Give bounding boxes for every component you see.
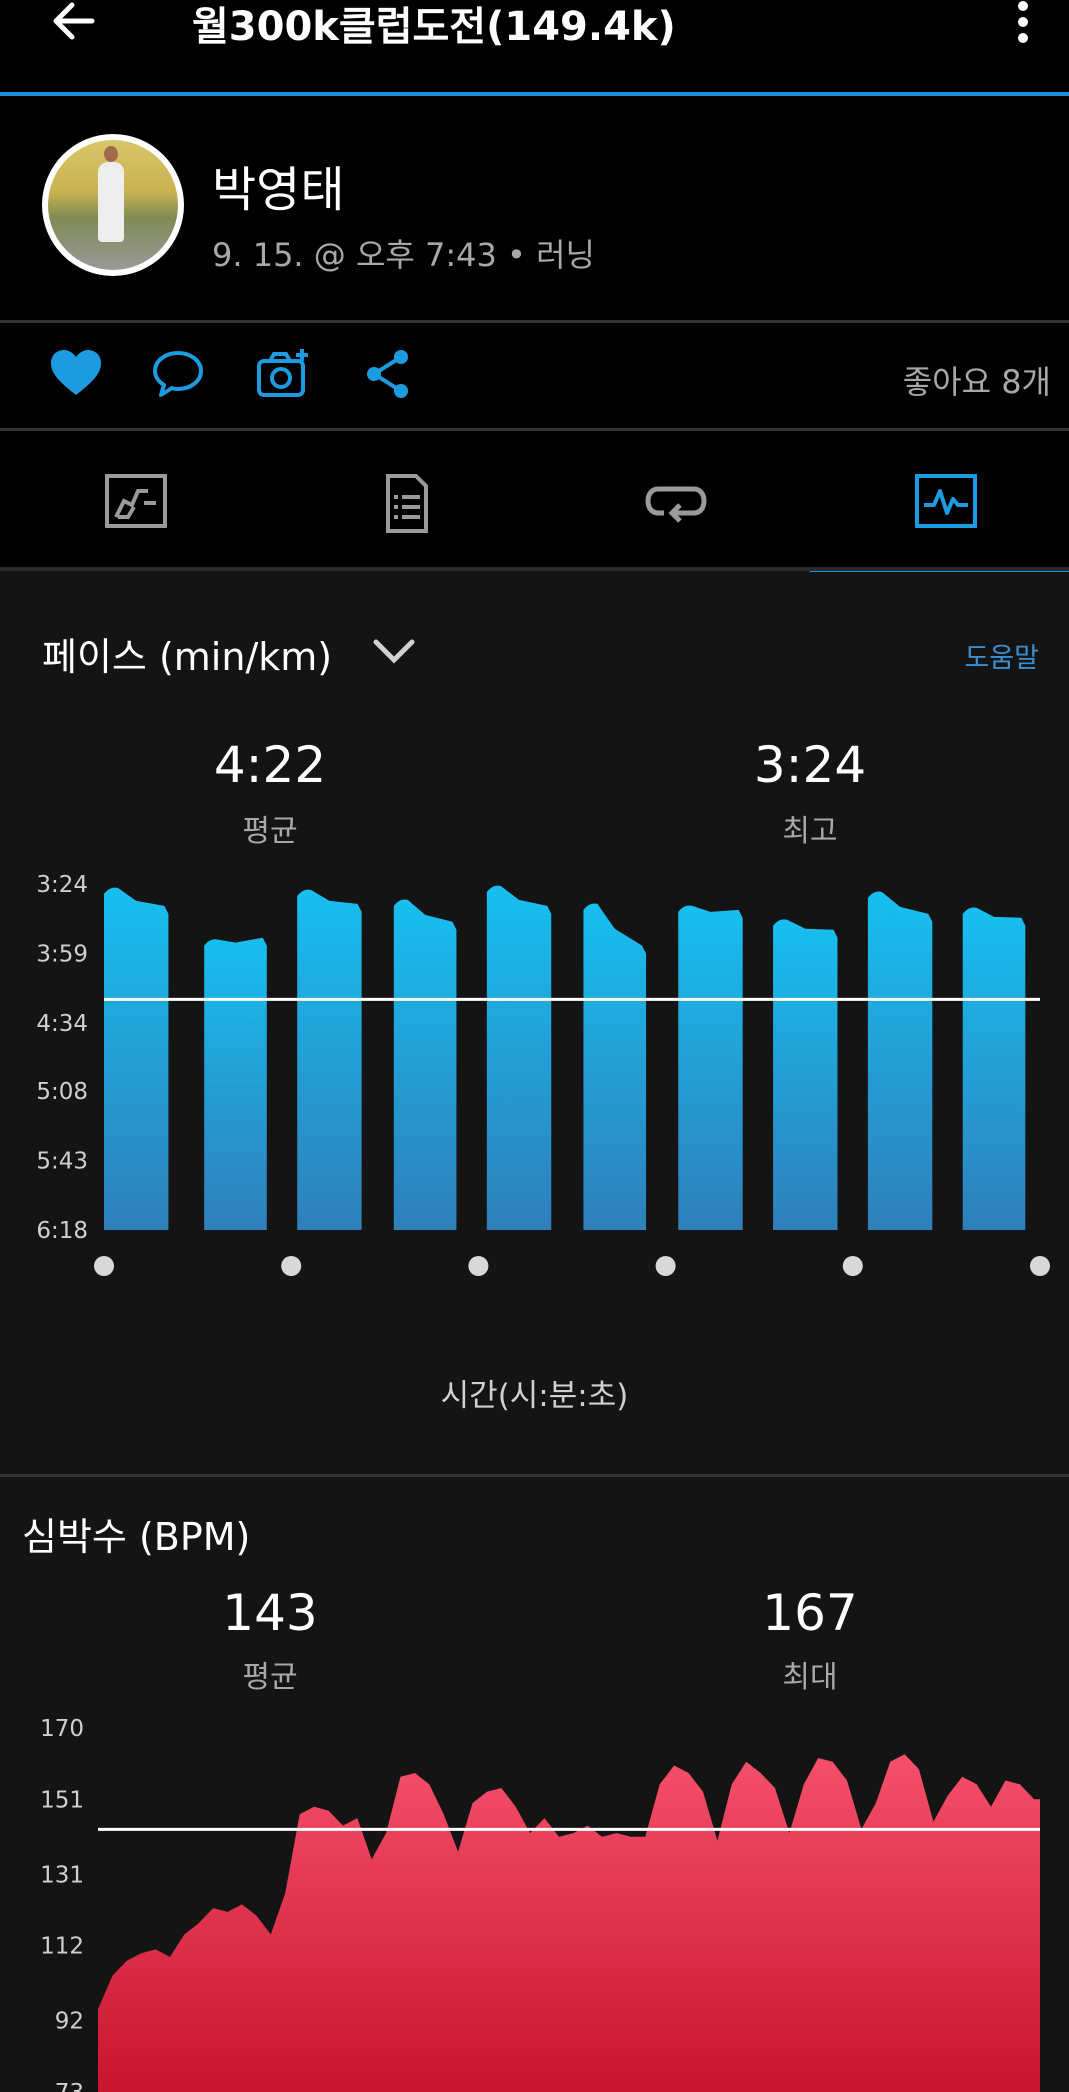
pace-best-label: 최고	[782, 814, 838, 849]
pace-bar	[204, 937, 267, 1230]
pace-best-value: 3:24	[753, 736, 867, 794]
heart-rate-average-label: 평균	[242, 1660, 298, 1695]
pace-average-label: 평균	[242, 814, 298, 849]
laps-icon	[645, 486, 707, 523]
chevron-down-icon	[373, 639, 415, 664]
comment-button[interactable]	[150, 347, 206, 401]
heart-rate-y-tick-label: 73	[55, 2080, 84, 2092]
likes-count[interactable]: 좋아요 8개	[903, 357, 1051, 403]
divider	[0, 567, 1069, 571]
pace-average-value: 4:22	[213, 736, 327, 794]
pace-x-tick-dot	[281, 1256, 302, 1276]
heart-icon	[51, 350, 101, 395]
camera-plus-icon	[257, 349, 308, 397]
heart-rate-y-tick-label: 131	[40, 1862, 84, 1888]
pace-bar	[867, 891, 933, 1230]
add-photo-button[interactable]	[256, 347, 312, 401]
heart-rate-max-label: 최대	[782, 1660, 838, 1695]
heart-rate-chart-title: 심박수 (BPM)	[22, 1515, 251, 1559]
pace-y-tick-label: 3:59	[36, 942, 88, 968]
pace-bar	[393, 899, 457, 1230]
help-link[interactable]: 도움말	[964, 636, 1039, 675]
pace-x-tick-dot	[842, 1256, 863, 1276]
tab-charts[interactable]	[810, 431, 1069, 571]
heart-rate-max-value: 167	[762, 1584, 858, 1642]
pace-bar	[773, 919, 838, 1230]
heart-rate-y-tick-label: 151	[40, 1787, 84, 1813]
activity-meta: 9. 15. @ 오후 7:43 • 러닝	[212, 236, 595, 274]
pace-x-tick-dot	[1030, 1256, 1050, 1276]
page-title: 월300k클럽도전(149.4k)	[192, 4, 676, 50]
metric-dropdown-button[interactable]	[372, 636, 416, 666]
pace-chart-svg[interactable]: 3:243:594:345:085:436:18 0:008:4317:2626…	[0, 860, 1069, 1280]
pace-x-axis-title: 시간(시:분:초)	[440, 1378, 629, 1414]
heart-rate-y-tick-label: 170	[40, 1716, 84, 1742]
share-button[interactable]	[362, 347, 418, 401]
tab-summary[interactable]	[0, 431, 267, 571]
more-options-button[interactable]	[1010, 0, 1036, 44]
arrow-left-icon	[53, 2, 95, 40]
pace-y-tick-label: 4:34	[36, 1011, 88, 1037]
more-vertical-icon	[1018, 1, 1028, 43]
heart-rate-y-tick-label: 112	[40, 1934, 84, 1960]
pace-y-tick-label: 5:43	[36, 1148, 88, 1174]
app-bar: 월300k클럽도전(149.4k)	[0, 0, 1069, 96]
share-icon	[367, 350, 408, 398]
heart-rate-chart-svg[interactable]: 170 151 131 112 92 73	[0, 1700, 1069, 2092]
pace-y-tick-label: 6:18	[36, 1218, 88, 1244]
heart-rate-area	[98, 1754, 1040, 2092]
activity-profile: 박영태 9. 15. @ 오후 7:43 • 러닝	[0, 96, 1069, 322]
pace-y-tick-label: 3:24	[36, 872, 88, 898]
pace-x-tick-dot	[94, 1256, 114, 1276]
tab-laps[interactable]	[540, 431, 807, 571]
action-bar: 좋아요 8개	[0, 323, 1069, 428]
pace-bar	[583, 903, 647, 1230]
divider	[0, 1474, 1069, 1477]
details-icon	[386, 474, 428, 533]
summary-icon	[105, 474, 167, 528]
pace-x-tick-dot	[655, 1256, 676, 1276]
pace-y-tick-label: 5:08	[36, 1079, 88, 1105]
like-button[interactable]	[48, 347, 104, 401]
activity-tabs	[0, 431, 1069, 572]
pace-bar	[678, 905, 743, 1230]
avatar-photo	[48, 140, 178, 270]
user-name[interactable]: 박영태	[212, 150, 344, 220]
heart-rate-y-tick-label: 92	[55, 2009, 84, 2035]
charts-icon	[915, 474, 977, 528]
pace-bar	[104, 887, 169, 1230]
comment-icon	[153, 351, 203, 397]
pace-bar	[297, 889, 362, 1230]
tab-details[interactable]	[270, 431, 537, 571]
heart-rate-average-value: 143	[222, 1584, 318, 1642]
pace-bar	[962, 907, 1026, 1230]
pace-chart-title[interactable]: 페이스 (min/km)	[42, 626, 332, 681]
pace-x-tick-dot	[468, 1256, 489, 1276]
back-button[interactable]	[48, 0, 98, 44]
pace-bar	[486, 885, 552, 1230]
avatar[interactable]	[42, 134, 184, 276]
